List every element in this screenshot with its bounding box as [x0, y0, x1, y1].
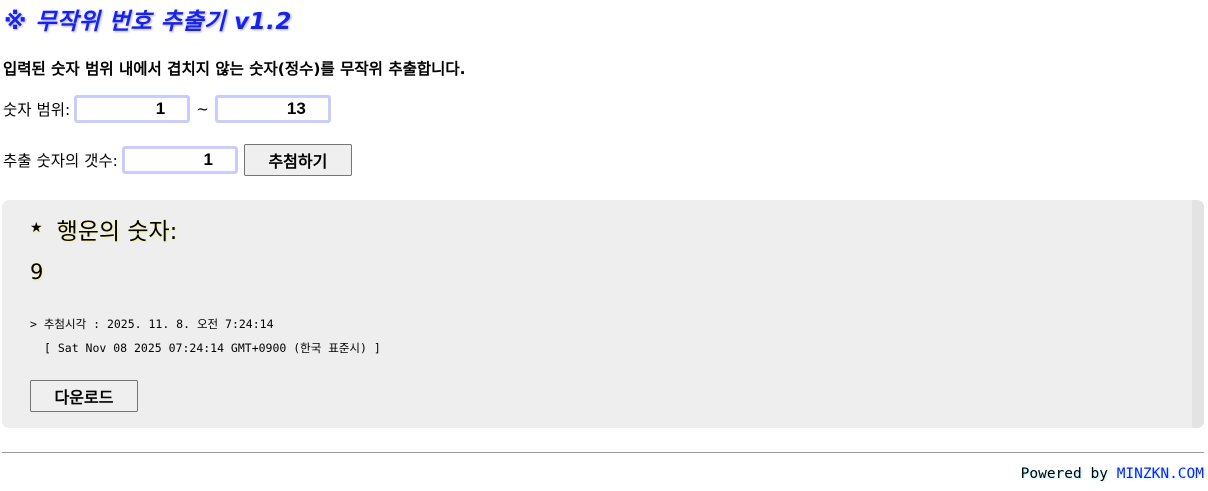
draw-time-line: > 추첨시각 : 2025. 11. 8. 오전 7:24:14 [30, 317, 274, 331]
draw-button[interactable]: 추첨하기 [243, 144, 352, 176]
count-row: 추출 숫자의 갯수: 추첨하기 [3, 144, 352, 176]
range-min-input[interactable] [74, 95, 191, 123]
download-button[interactable]: 다운로드 [30, 380, 138, 412]
range-label: 숫자 범위: [3, 101, 71, 119]
count-label: 추출 숫자의 갯수: [3, 152, 118, 170]
site-link[interactable]: MINZKN.COM [1117, 466, 1204, 482]
range-row: 숫자 범위: ~ [3, 95, 331, 123]
star-icon: ★ [30, 220, 43, 236]
range-max-input[interactable] [214, 95, 331, 123]
count-input[interactable] [121, 146, 238, 174]
lucky-number: 9 [30, 260, 44, 284]
footer: Powered by MINZKN.COM [1021, 466, 1204, 482]
footer-divider [2, 452, 1204, 453]
draw-time-block: > 추첨시각 : 2025. 11. 8. 오전 7:24:14 [ Sat N… [30, 312, 381, 360]
app-title: ※ 무작위 번호 추출기 v1.2 [4, 9, 292, 35]
range-separator: ~ [196, 100, 209, 118]
result-heading-label: 행운의 숫자: [56, 219, 178, 245]
description-text: 입력된 숫자 범위 내에서 겹치지 않는 숫자(정수)를 무작위 추출합니다. [3, 60, 466, 78]
powered-by-text: Powered by [1020, 466, 1108, 482]
result-heading: ★ 행운의 숫자: [30, 212, 177, 246]
result-panel: ★ 행운의 숫자: 9 > 추첨시각 : 2025. 11. 8. 오전 7:2… [2, 200, 1204, 428]
draw-time-raw: [ Sat Nov 08 2025 07:24:14 GMT+0900 (한국 … [44, 341, 381, 355]
